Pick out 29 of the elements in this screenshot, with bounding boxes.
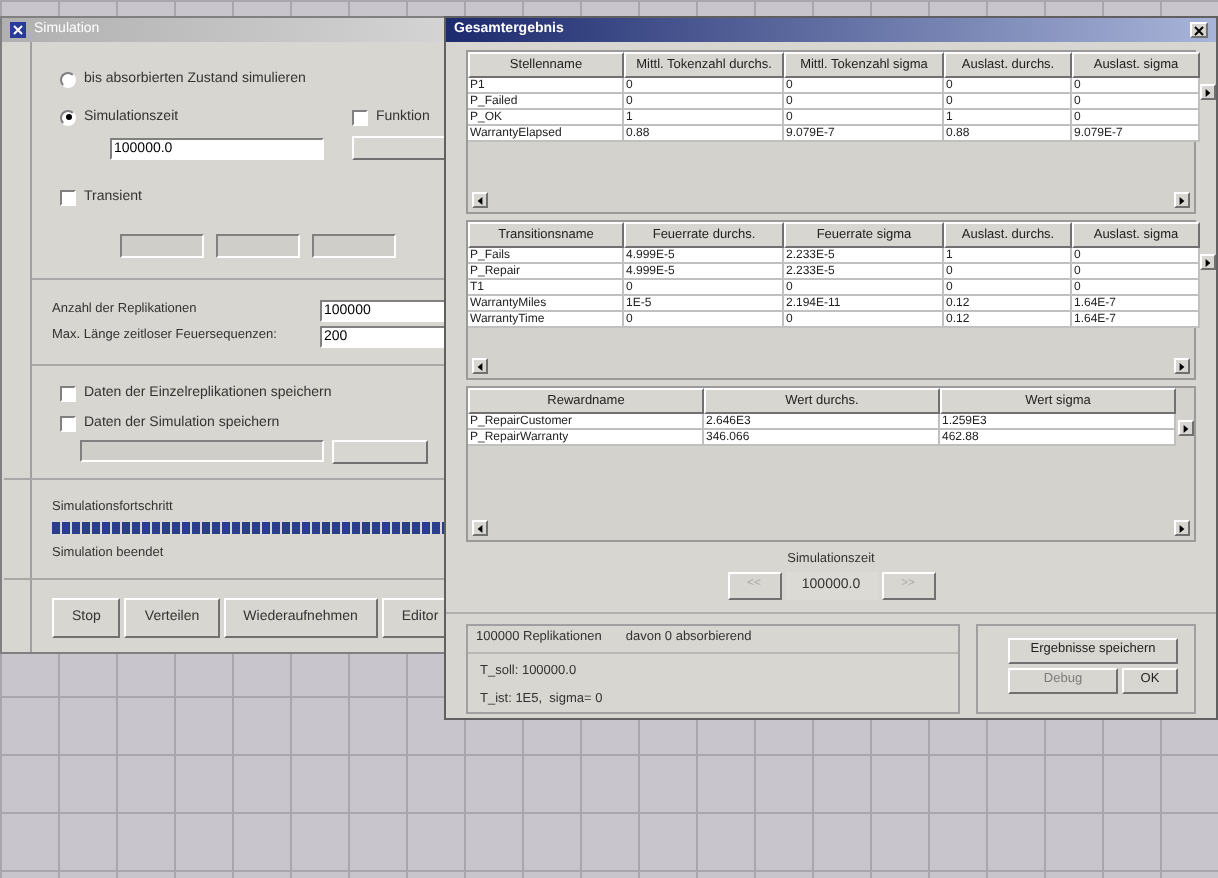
checkbox[interactable]	[60, 190, 76, 207]
browse-button[interactable]	[332, 439, 428, 463]
scroll-button[interactable]	[1200, 254, 1216, 270]
radio-button[interactable]	[60, 72, 76, 89]
checkbox[interactable]	[60, 385, 76, 402]
right-arrow-icon	[1204, 87, 1212, 97]
right-arrow-icon	[1178, 523, 1186, 533]
path-field[interactable]	[80, 439, 324, 461]
scroll-button[interactable]	[1174, 520, 1190, 536]
right-arrow-icon	[1178, 361, 1186, 371]
left-arrow-icon	[476, 523, 484, 533]
left-arrow-icon	[476, 195, 484, 205]
scroll-button[interactable]	[472, 192, 488, 208]
scroll-button[interactable]	[1177, 420, 1193, 436]
checkbox[interactable]	[352, 109, 368, 126]
right-arrow-icon	[1181, 423, 1189, 433]
scroll-button[interactable]	[472, 358, 488, 374]
checkbox[interactable]	[60, 416, 76, 433]
scroll-button[interactable]	[1174, 192, 1190, 208]
close-button[interactable]	[1190, 22, 1208, 38]
right-arrow-icon	[1178, 195, 1186, 205]
scroll-button[interactable]	[472, 520, 488, 536]
left-arrow-icon	[476, 361, 484, 371]
right-arrow-icon	[1204, 257, 1212, 267]
close-icon	[1194, 25, 1204, 35]
app-icon	[10, 22, 26, 38]
radio-button[interactable]	[60, 109, 76, 126]
scroll-button[interactable]	[1200, 84, 1216, 100]
scroll-button[interactable]	[1174, 358, 1190, 374]
